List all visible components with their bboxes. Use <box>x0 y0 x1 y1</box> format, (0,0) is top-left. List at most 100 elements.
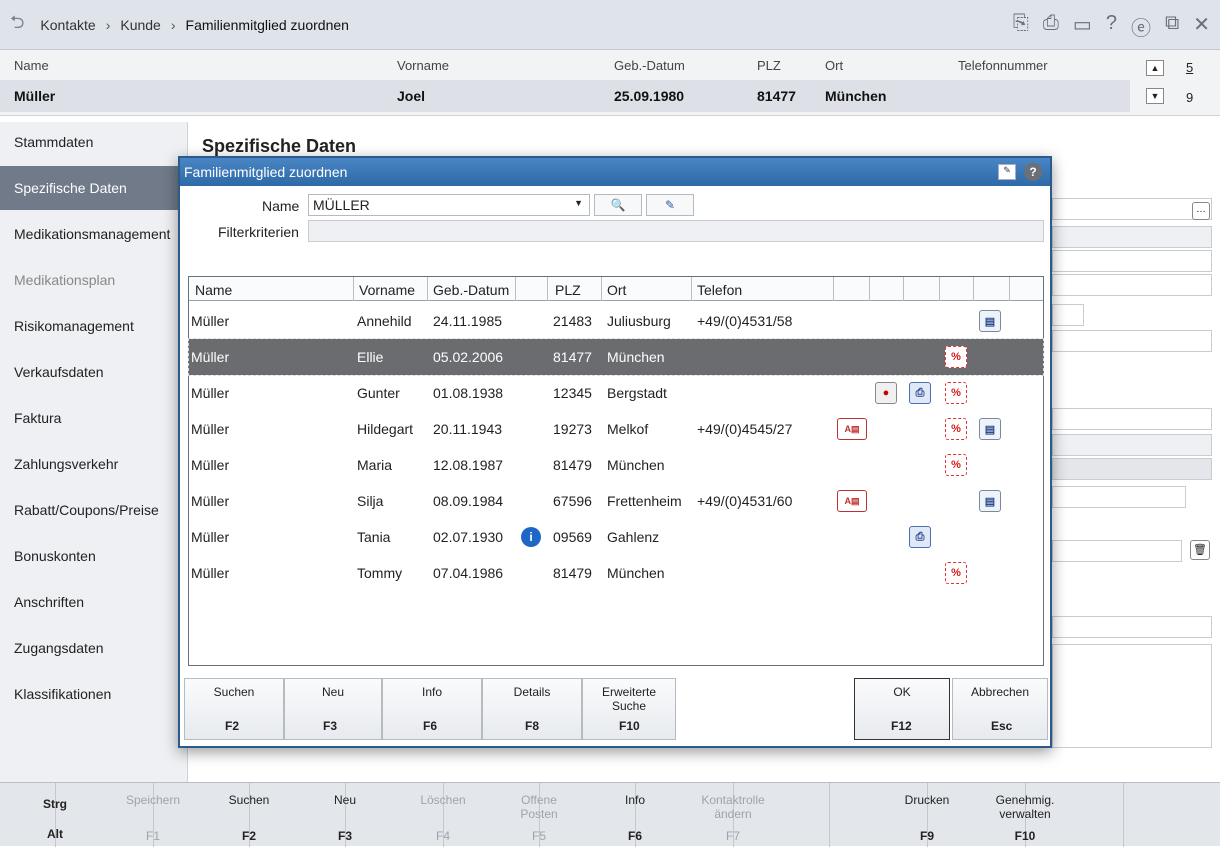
modifier-keys: Strg Alt <box>0 783 67 847</box>
suchen-button[interactable]: Suchen F2 <box>184 678 284 740</box>
table-row[interactable]: Müller Hildegart 20.11.1943 19273 Melkof… <box>189 411 1043 447</box>
contact-doc-icon: ▤ <box>979 310 1001 332</box>
page-title: Spezifische Daten <box>202 136 357 156</box>
table-row[interactable]: Müller Maria 12.08.1987 81479 München % <box>189 447 1043 483</box>
fkey-drucken[interactable]: Drucken F9 <box>830 783 949 847</box>
discount-icon: % <box>945 562 967 584</box>
sidebar: Stammdaten Spezifische Daten Medikations… <box>0 122 188 782</box>
sidebar-item-bonuskonten[interactable]: Bonuskonten <box>14 548 96 564</box>
sidebar-item-zugangsdaten[interactable]: Zugangsdaten <box>14 640 104 656</box>
sidebar-item-spezifische-daten[interactable]: Spezifische Daten <box>0 166 188 210</box>
sidebar-item-medikationsplan[interactable]: Medikationsplan <box>14 272 115 288</box>
fkey-suchen[interactable]: Suchen F2 <box>154 783 269 847</box>
table-row[interactable]: Müller Gunter 01.08.1938 12345 Bergstadt… <box>189 375 1043 411</box>
filter-field[interactable] <box>308 220 1044 242</box>
col-vorname: Vorname <box>397 58 450 73</box>
sidebar-item-klassifikationen[interactable]: Klassifikationen <box>14 686 111 702</box>
page-up-button[interactable]: ▲ <box>1146 60 1164 76</box>
table-header: Name Vorname Geb.-Datum PLZ Ort Telefon <box>189 277 1043 301</box>
th-vorname[interactable]: Vorname <box>359 282 415 298</box>
sidebar-item-anschriften[interactable]: Anschriften <box>14 594 84 610</box>
val-vorname: Joel <box>397 88 426 104</box>
copy-icon[interactable]: ⎘ <box>1013 12 1029 41</box>
sidebar-item-verkaufsdaten[interactable]: Verkaufsdaten <box>14 364 104 380</box>
breadcrumb-kontakte[interactable]: Kontakte <box>40 17 95 33</box>
name-label: Name <box>262 198 300 214</box>
page-total: 9 <box>1186 90 1194 105</box>
printer-icon: ⎙ <box>909 526 931 548</box>
record-icon: ● <box>875 382 897 404</box>
col-plz: PLZ <box>757 58 781 73</box>
discount-icon: % <box>945 454 967 476</box>
th-tel[interactable]: Telefon <box>697 282 742 298</box>
th-geb[interactable]: Geb.-Datum <box>433 282 509 298</box>
table-row-selected[interactable]: Müller Ellie 05.02.2006 81477 München % <box>188 338 1044 376</box>
table-row[interactable]: Müller Annehild 24.11.1985 21483 Juliusb… <box>189 303 1043 339</box>
fkey-speichern[interactable]: Speichern F1 <box>56 783 180 847</box>
discount-icon: % <box>945 382 967 404</box>
contact-doc-icon: ▤ <box>979 418 1001 440</box>
window-icon[interactable]: ⧉ <box>1165 12 1179 41</box>
monitor-icon[interactable]: ▭ <box>1073 12 1092 41</box>
table-row[interactable]: Müller Silja 08.09.1984 67596 Frettenhei… <box>189 483 1043 519</box>
clear-filter-button[interactable]: ✎ <box>646 194 694 216</box>
table-row[interactable]: Müller Tania 02.07.1930 i 09569 Gahlenz … <box>189 519 1043 555</box>
name-combobox[interactable]: MÜLLER ▼ <box>308 194 590 216</box>
val-geb: 25.09.1980 <box>614 88 685 104</box>
th-plz[interactable]: PLZ <box>555 282 581 298</box>
page-down-button[interactable]: ▼ <box>1146 88 1164 104</box>
contact-header: Name Vorname Geb.-Datum PLZ Ort Telefonn… <box>0 50 1220 116</box>
fkey-neu[interactable]: Neu F3 <box>250 783 356 847</box>
fkey-genehmig[interactable]: Genehmig. verwalten F10 <box>928 783 1054 847</box>
contact-doc-icon: ▤ <box>979 490 1001 512</box>
help-icon[interactable]: ? <box>1024 163 1042 181</box>
breadcrumb-current: Familienmitglied zuordnen <box>185 16 349 33</box>
title-bar: ⮌ Kontakte › Kunde › Familienmitglied zuor… <box>0 0 1220 50</box>
fkey-empty <box>1124 783 1220 847</box>
e-icon[interactable]: ⓔ <box>1131 12 1151 41</box>
fkey-empty <box>1026 783 1124 847</box>
discount-icon: % <box>945 346 967 368</box>
page-current: 5 <box>1186 60 1194 75</box>
info-button[interactable]: Info F6 <box>382 678 482 740</box>
card-icon: A▤ <box>837 418 867 440</box>
more-button[interactable]: … <box>1192 202 1210 220</box>
val-plz: 81477 <box>757 88 796 104</box>
sidebar-item-risikomanagement[interactable]: Risikomanagement <box>14 318 134 334</box>
fkey-info[interactable]: Info F6 <box>540 783 645 847</box>
th-name[interactable]: Name <box>195 282 232 298</box>
chevron-down-icon: ▼ <box>574 198 583 208</box>
trash-icon[interactable]: 🗑 <box>1190 540 1210 560</box>
back-icon[interactable]: ⮌ <box>10 10 24 40</box>
fkey-kontaktrolle[interactable]: Kontaktrolle ändern F7 <box>636 783 765 847</box>
filter-label: Filterkriterien <box>218 224 299 240</box>
details-button[interactable]: Details F8 <box>482 678 582 740</box>
close-icon[interactable]: ✕ <box>1193 12 1210 41</box>
search-button[interactable]: 🔍 <box>594 194 642 216</box>
fkey-loeschen[interactable]: Löschen F4 <box>346 783 466 847</box>
sidebar-item-medikationsmanagement[interactable]: Medikationsmanagement <box>14 226 170 242</box>
sidebar-item-stammdaten[interactable]: Stammdaten <box>14 134 93 150</box>
dialog-title: Familienmitglied zuordnen <box>180 158 1050 186</box>
th-ort[interactable]: Ort <box>607 282 626 298</box>
family-table: Name Vorname Geb.-Datum PLZ Ort Telefon … <box>188 276 1044 666</box>
assign-family-dialog: Familienmitglied zuordnen ✎ ? Name MÜLLE… <box>178 156 1052 748</box>
ok-button[interactable]: OK F12 <box>854 678 950 740</box>
eraser-icon: ✎ <box>664 198 676 212</box>
help-icon[interactable]: ? <box>1106 12 1117 41</box>
breadcrumb-kunde[interactable]: Kunde <box>120 17 160 33</box>
fkey-empty <box>734 783 830 847</box>
sidebar-item-faktura[interactable]: Faktura <box>14 410 61 426</box>
window-edit-icon[interactable]: ✎ <box>998 164 1016 180</box>
erweiterte-suche-button[interactable]: Erweiterte Suche F10 <box>582 678 676 740</box>
fkey-offene-posten[interactable]: Offene Posten F5 <box>444 783 558 847</box>
sidebar-item-rabatt[interactable]: Rabatt/Coupons/Preise <box>14 502 159 518</box>
sidebar-item-zahlungsverkehr[interactable]: Zahlungsverkehr <box>14 456 118 472</box>
abbrechen-button[interactable]: Abbrechen Esc <box>952 678 1048 740</box>
print-icon[interactable]: ⎙ <box>1043 12 1059 41</box>
table-row[interactable]: Müller Tommy 07.04.1986 81479 München % <box>189 555 1043 591</box>
info-icon[interactable]: i <box>521 527 541 547</box>
card-icon: A▤ <box>837 490 867 512</box>
neu-button[interactable]: Neu F3 <box>284 678 382 740</box>
printer-icon: ⎙ <box>909 382 931 404</box>
